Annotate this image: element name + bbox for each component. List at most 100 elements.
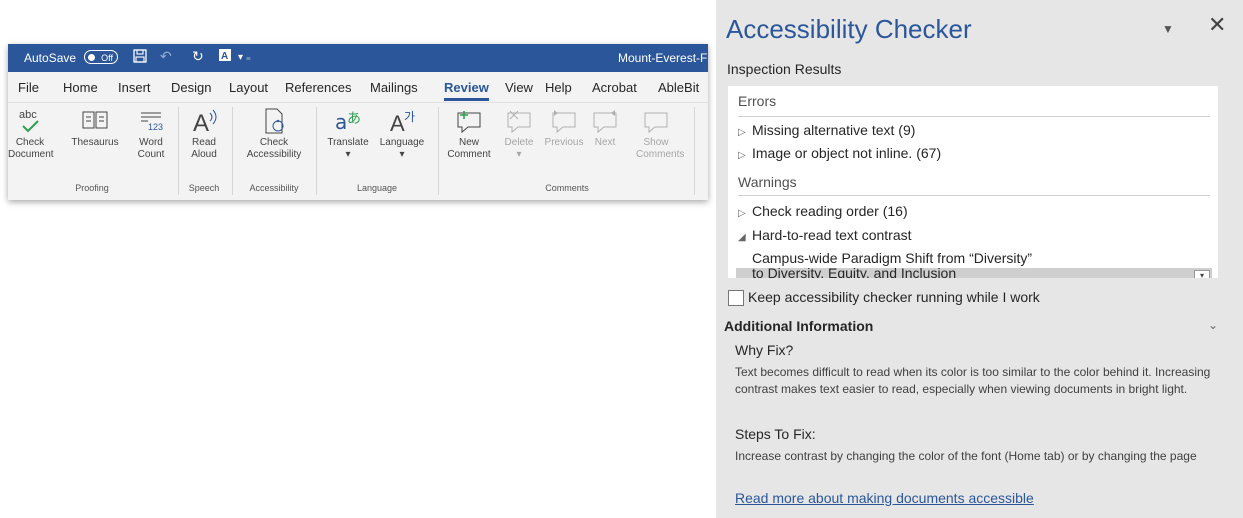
group-divider <box>178 107 179 195</box>
why-fix-title: Why Fix? <box>735 342 794 358</box>
word-count-icon: 123 <box>128 105 174 137</box>
tab-home[interactable]: Home <box>63 80 98 95</box>
tab-file[interactable]: File <box>18 80 39 95</box>
read-aloud-icon: A <box>182 105 226 137</box>
language-label: Language <box>379 137 425 148</box>
next-comment-icon <box>588 105 622 137</box>
delete-comment-button[interactable]: Delete ▾ <box>500 105 538 161</box>
svg-text:A: A <box>193 110 209 135</box>
warning-item-reading-order[interactable]: ▷ Check reading order (16) <box>738 203 908 219</box>
read-more-link[interactable]: Read more about making documents accessi… <box>735 490 1034 506</box>
contrast-issue-item[interactable]: Campus-wide Paradigm Shift from “Diversi… <box>752 250 1032 266</box>
format-icon[interactable]: A <box>218 48 232 65</box>
new-comment-button[interactable]: New Comment <box>444 105 494 161</box>
show-comments-icon <box>626 105 686 137</box>
tab-insert[interactable]: Insert <box>118 80 151 95</box>
list-item-label: Image or object not inline. (67) <box>752 145 942 161</box>
steps-to-fix-text: Increase contrast by changing the color … <box>735 449 1197 468</box>
selected-issue-label: to Diversity, Equity, and Inclusion <box>752 265 957 278</box>
show-comments-button[interactable]: Show Comments <box>626 105 686 161</box>
word-count-button[interactable]: 123 Word Count <box>128 105 174 161</box>
next-comment-button[interactable]: Next <box>588 105 622 149</box>
chevron-down-icon[interactable]: ⌄ <box>1208 318 1218 332</box>
svg-text:あ: あ <box>347 111 361 127</box>
selected-issue-row[interactable]: to Diversity, Equity, and Inclusion ▾ <box>736 265 1212 278</box>
read-aloud-button[interactable]: A Read Aloud <box>182 105 226 161</box>
svg-text:a: a <box>335 110 347 134</box>
new-comment-icon <box>444 105 494 137</box>
list-item-label: Hard-to-read text contrast <box>752 227 912 243</box>
translate-label: Translate <box>327 137 369 148</box>
tab-view[interactable]: View <box>505 80 533 95</box>
tab-mailings[interactable]: Mailings <box>370 80 418 95</box>
expand-arrow-icon: ▷ <box>738 150 746 161</box>
pane-title: Accessibility Checker <box>726 14 972 44</box>
tab-layout[interactable]: Layout <box>229 80 268 95</box>
tab-references[interactable]: References <box>285 80 351 95</box>
language-button[interactable]: A가 Language ▾ <box>374 105 430 161</box>
chevron-down-icon[interactable]: ▾ <box>1194 270 1210 278</box>
thesaurus-button[interactable]: Thesaurus <box>68 105 122 149</box>
svg-text:A: A <box>221 51 228 62</box>
check-accessibility-label: Check Accessibility <box>246 137 302 160</box>
errors-header: Errors <box>738 93 777 109</box>
tab-acrobat[interactable]: Acrobat <box>592 80 637 95</box>
group-divider <box>232 107 233 195</box>
close-icon[interactable]: ✕ <box>1208 14 1226 36</box>
translate-button[interactable]: aあ Translate ▾ <box>322 105 374 161</box>
previous-comment-button[interactable]: Previous <box>540 105 588 149</box>
chevron-down-icon: ▾ <box>516 149 522 160</box>
document-title: Mount-Everest-Fi <box>618 51 708 65</box>
tab-ablebits[interactable]: AbleBit <box>658 80 699 95</box>
additional-information-header[interactable]: Additional Information <box>724 318 873 334</box>
list-item-label: Check reading order (16) <box>752 203 908 219</box>
group-divider <box>438 107 439 195</box>
undo-icon[interactable]: ↶ <box>160 48 172 65</box>
group-proofing: Proofing <box>75 183 109 193</box>
divider <box>738 195 1210 196</box>
qat-dropdown-icon[interactable]: ▾ ₌ <box>238 52 251 63</box>
svg-text:abc: abc <box>19 109 37 121</box>
title-bar: AutoSave Off ↶ ↻ A ▾ ₌ Mount-Everest-Fi <box>8 44 708 72</box>
why-fix-text: Text becomes difficult to read when its … <box>735 365 1211 396</box>
keep-running-label[interactable]: Keep accessibility checker running while… <box>748 289 1040 305</box>
language-icon: A가 <box>374 105 430 137</box>
tab-help[interactable]: Help <box>545 80 572 95</box>
autosave-toggle[interactable]: Off <box>84 50 118 64</box>
next-label: Next <box>594 137 616 148</box>
inspection-results-label: Inspection Results <box>727 61 842 77</box>
thesaurus-label: Thesaurus <box>71 137 119 148</box>
group-divider <box>694 107 695 195</box>
previous-label: Previous <box>544 137 584 148</box>
save-icon[interactable] <box>132 48 148 67</box>
keep-running-checkbox[interactable] <box>728 290 744 306</box>
check-document-button[interactable]: abc Check Document <box>8 105 54 161</box>
expand-arrow-icon: ▷ <box>738 127 746 138</box>
delete-comment-icon <box>500 105 538 137</box>
translate-icon: aあ <box>322 105 374 137</box>
ribbon: abc Check Document Thesaurus 123 Word Co… <box>8 102 708 200</box>
pane-options-chevron-icon[interactable]: ▼ <box>1162 22 1174 36</box>
check-accessibility-button[interactable]: Check Accessibility <box>236 105 312 161</box>
expand-arrow-icon: ▷ <box>738 208 746 219</box>
warnings-header: Warnings <box>738 174 797 190</box>
check-document-label: Check Document <box>8 137 54 160</box>
error-item-not-inline[interactable]: ▷ Image or object not inline. (67) <box>738 145 941 161</box>
warning-item-text-contrast[interactable]: ◢ Hard-to-read text contrast <box>738 227 912 243</box>
thesaurus-icon <box>68 105 122 137</box>
accessibility-icon <box>236 105 312 137</box>
group-divider <box>316 107 317 195</box>
spelling-check-icon: abc <box>8 105 52 137</box>
inspection-results-list[interactable]: Errors ▷ Missing alternative text (9) ▷ Im… <box>728 86 1218 278</box>
redo-icon[interactable]: ↻ <box>192 48 204 65</box>
chevron-down-icon: ▾ <box>399 149 405 160</box>
divider <box>738 116 1210 117</box>
tab-design[interactable]: Design <box>171 80 211 95</box>
collapse-arrow-icon: ◢ <box>738 232 746 243</box>
new-comment-label: New Comment <box>447 137 491 160</box>
group-language: Language <box>356 183 398 193</box>
tab-review[interactable]: Review <box>444 80 489 101</box>
delete-label: Delete <box>504 137 534 148</box>
error-item-missing-alt-text[interactable]: ▷ Missing alternative text (9) <box>738 122 915 138</box>
steps-to-fix-title: Steps To Fix: <box>735 426 816 442</box>
